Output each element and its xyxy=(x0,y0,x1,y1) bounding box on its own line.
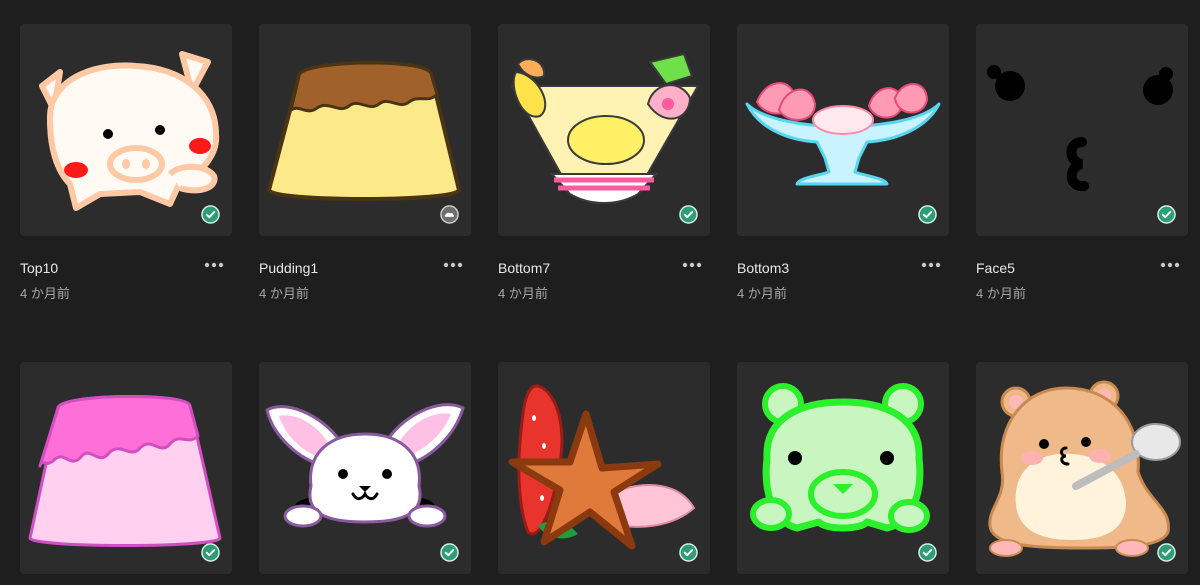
asset-thumbnail[interactable] xyxy=(498,362,710,574)
synced-status-icon xyxy=(201,205,220,224)
more-options-icon[interactable] xyxy=(1159,258,1181,272)
asset-title: Face5 xyxy=(976,260,1015,276)
cloud-status-icon xyxy=(440,205,459,224)
asset-title: Bottom3 xyxy=(737,260,790,276)
more-options-icon[interactable] xyxy=(203,258,225,272)
more-options-icon[interactable] xyxy=(681,258,703,272)
more-options-icon[interactable] xyxy=(920,258,942,272)
more-options-icon[interactable] xyxy=(442,258,464,272)
asset-thumbnail[interactable] xyxy=(737,362,949,574)
asset-date: 4 か月前 xyxy=(259,286,309,301)
asset-title: Pudding1 xyxy=(259,260,319,276)
asset-thumbnail[interactable] xyxy=(20,24,232,236)
asset-title: Bottom7 xyxy=(498,260,551,276)
asset-thumbnail[interactable] xyxy=(259,24,471,236)
asset-thumbnail[interactable] xyxy=(737,24,949,236)
synced-status-icon xyxy=(1157,205,1176,224)
asset-thumbnail[interactable] xyxy=(976,24,1188,236)
synced-status-icon xyxy=(918,543,937,562)
synced-status-icon xyxy=(201,543,220,562)
synced-status-icon xyxy=(679,543,698,562)
asset-date: 4 か月前 xyxy=(498,286,548,301)
asset-thumbnail[interactable] xyxy=(20,362,232,574)
synced-status-icon xyxy=(918,205,937,224)
asset-thumbnail[interactable] xyxy=(498,24,710,236)
synced-status-icon xyxy=(679,205,698,224)
asset-date: 4 か月前 xyxy=(737,286,787,301)
asset-thumbnail[interactable] xyxy=(259,362,471,574)
synced-status-icon xyxy=(440,543,459,562)
asset-date: 4 か月前 xyxy=(20,286,70,301)
asset-thumbnail[interactable] xyxy=(976,362,1188,574)
synced-status-icon xyxy=(1157,543,1176,562)
asset-date: 4 か月前 xyxy=(976,286,1026,301)
asset-title: Top10 xyxy=(20,260,59,276)
